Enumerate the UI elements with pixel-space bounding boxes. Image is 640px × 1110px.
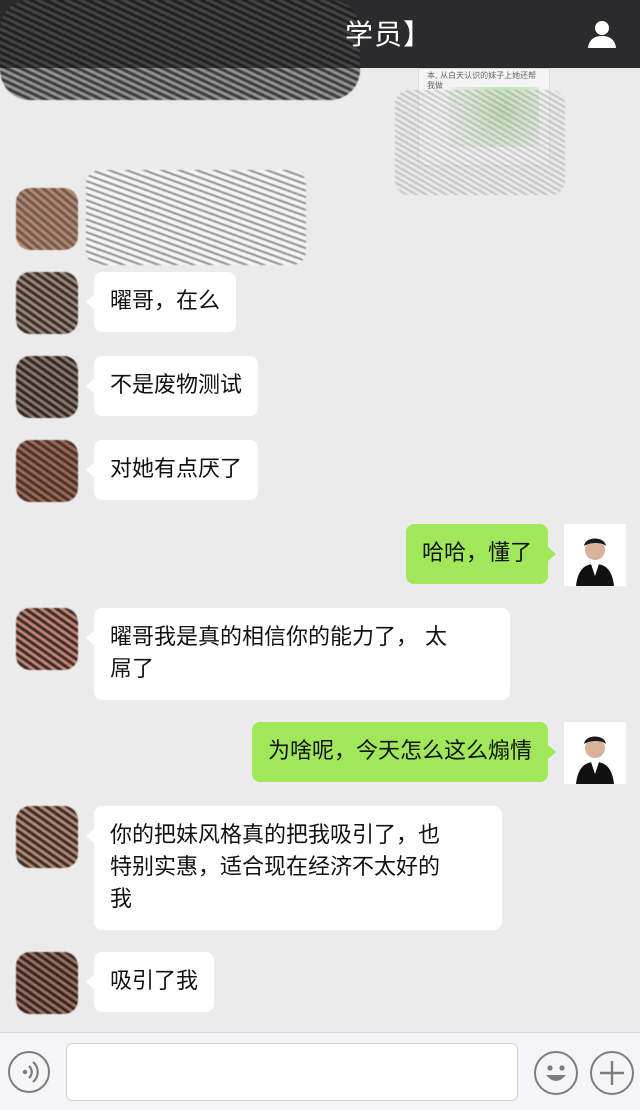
message-bubble-outgoing[interactable]: 哈哈，懂了 <box>405 524 557 584</box>
message-text-line: 曜哥我是真的相信你的能力了， 太 <box>110 625 447 650</box>
avatar[interactable] <box>16 952 78 1014</box>
avatar[interactable] <box>16 188 78 250</box>
message-text: 对她有点厌了 <box>110 457 243 482</box>
redacted-title-scribble <box>0 0 360 100</box>
message-bubble[interactable]: 吸引了我 <box>85 952 215 1012</box>
message-text-line: 特别实惠，适合现在经济不太好的 <box>110 855 441 880</box>
avatar[interactable] <box>16 356 78 418</box>
message-text: 曜哥，在么 <box>110 289 221 314</box>
avatar[interactable] <box>16 806 78 868</box>
message-bubble[interactable]: 不是废物测试 <box>85 356 259 416</box>
message-text: 吸引了我 <box>110 969 199 994</box>
input-bar <box>0 1032 640 1110</box>
message-bubble[interactable]: 曜哥我是真的相信你的能力了， 太 屌了 <box>86 608 510 700</box>
redacted-message-scribble <box>86 170 306 265</box>
avatar[interactable] <box>564 524 626 586</box>
avatar[interactable] <box>16 272 78 334</box>
plus-icon[interactable] <box>590 1051 634 1095</box>
avatar[interactable] <box>16 608 78 670</box>
chat-header: 学员】 <box>0 0 640 100</box>
message-text: 为啥呢，今天怎么这么煽情 <box>267 739 532 764</box>
voice-icon[interactable] <box>8 1051 50 1093</box>
avatar[interactable] <box>564 722 626 784</box>
message-text: 哈哈，懂了 <box>421 541 532 566</box>
message-bubble[interactable]: 你的把妹风格真的把我吸引了，也 特别实惠，适合现在经济不太好的 我 <box>86 806 502 930</box>
redacted-scribble <box>395 90 565 195</box>
message-input[interactable] <box>66 1043 518 1101</box>
message-text: 不是废物测试 <box>110 373 243 398</box>
message-bubble-outgoing[interactable]: 为啥呢，今天怎么这么煽情 <box>251 722 557 782</box>
message-text-line: 我 <box>110 887 133 912</box>
emoji-icon[interactable] <box>534 1051 578 1095</box>
message-bubble[interactable]: 曜哥，在么 <box>85 272 237 332</box>
message-text-line: 屌了 <box>110 657 155 682</box>
message-text-line: 你的把妹风格真的把我吸引了，也 <box>110 823 441 848</box>
chat-title: 学员】 <box>345 18 433 51</box>
person-icon[interactable] <box>586 18 618 50</box>
avatar[interactable] <box>16 440 78 502</box>
message-bubble[interactable]: 对她有点厌了 <box>85 440 259 500</box>
